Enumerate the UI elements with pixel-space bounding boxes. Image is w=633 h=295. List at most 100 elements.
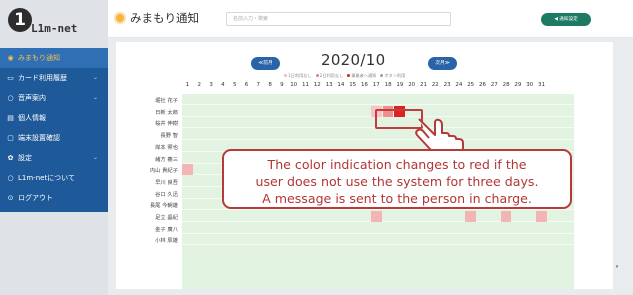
sidebar-item[interactable]: ○ 音声案内 ⌄ [0, 88, 108, 108]
scrollbar[interactable]: ▾ [614, 42, 620, 289]
day-number: 20 [408, 82, 416, 88]
legend: 1日利用なし 2日利用なし 事業者へ通知 ボタン利用 [284, 73, 409, 79]
legend-dot-icon [315, 74, 319, 77]
status-cell[interactable] [182, 164, 193, 176]
user-name[interactable]: 金子 廣八 [116, 225, 178, 233]
grid-row [182, 94, 574, 105]
day-number: 31 [538, 82, 545, 88]
chevron-down-icon: ⌄ [92, 154, 98, 161]
user-name[interactable]: 岸本 照也 [116, 143, 178, 151]
sidebar-item-label: 設定 [18, 154, 32, 162]
sidebar-item[interactable]: ▢ 端末設置確認 [0, 128, 108, 148]
day-number: 25 [467, 82, 475, 88]
sidebar-item[interactable]: ⊙ ログアウト [0, 188, 108, 208]
status-cell[interactable] [536, 211, 547, 222]
day-number: 21 [420, 82, 427, 88]
header: みまもり通知 名前入力・検索 ◀ 通知設定 [108, 0, 633, 38]
day-number: 3 [209, 82, 213, 88]
legend-dot-icon [347, 74, 351, 77]
eye-icon: ◉ [7, 54, 14, 62]
user-name[interactable]: 長尾 今朝雄 [116, 201, 178, 209]
day-number: 1 [185, 82, 190, 88]
day-number: 28 [502, 82, 510, 88]
day-number: 26 [479, 82, 486, 88]
legend-label: 事業者へ通知 [351, 73, 377, 78]
sidebar-item[interactable]: ◉ みまもり通知 [0, 48, 108, 68]
callout-line-3: A message is sent to the person in charg… [262, 191, 532, 206]
info-circle-icon: ○ [7, 174, 14, 182]
legend-label: 2日利用なし [319, 73, 344, 78]
legend-item: 1日利用なし [284, 73, 312, 78]
sidebar-item-label: 音声案内 [18, 94, 46, 102]
logo: 1 L1m-net [6, 4, 106, 44]
status-cell[interactable] [500, 211, 512, 222]
notification-settings-button[interactable]: ◀ 通知設定 [541, 13, 591, 26]
user-name[interactable]: 足立 晶紀 [116, 213, 178, 221]
legend-label: 1日利用なし [288, 73, 312, 78]
day-number: 12 [313, 82, 321, 88]
card-icon: ▭ [7, 74, 14, 82]
logo-text: L1m-net [31, 22, 78, 35]
day-number: 7 [256, 82, 261, 88]
sidebar: 1 L1m-net ◉ みまもり通知 ▭ カード利用履歴 ⌄ ○ 音声案内 ⌄ ▤ 個人情報 ▢ 端末… [0, 0, 108, 295]
grid-row [182, 223, 574, 234]
prev-month-button[interactable]: ≪前月 [251, 57, 280, 70]
day-number: 14 [337, 82, 345, 88]
user-name[interactable]: 長野 智 [116, 131, 178, 139]
day-number: 9 [280, 82, 284, 88]
scroll-down-arrow-icon[interactable]: ▾ [614, 264, 620, 270]
status-cell[interactable] [465, 211, 476, 222]
gear-icon: ✿ [7, 154, 14, 162]
user-name[interactable]: 桜井 伸樹 [116, 119, 178, 127]
search-input[interactable]: 名前入力・検索 [226, 12, 451, 26]
legend-dot-icon [380, 74, 384, 77]
logout-icon: ⊙ [7, 194, 14, 202]
chevron-down-icon: ⌄ [92, 74, 98, 81]
day-number: 8 [268, 82, 272, 88]
day-number: 13 [325, 82, 333, 88]
day-number: 24 [455, 82, 463, 88]
circle-icon: ○ [7, 94, 14, 102]
status-cell[interactable] [370, 211, 382, 222]
user-name[interactable]: 早川 良吾 [116, 178, 178, 186]
sidebar-item[interactable]: ✿ 設定 ⌄ [0, 148, 108, 168]
day-number: 19 [396, 82, 404, 88]
legend-item: ボタン利用 [380, 73, 405, 78]
sidebar-item-label: カード利用履歴 [18, 74, 67, 82]
document-icon: ▤ [7, 114, 14, 122]
day-number: 15 [349, 82, 357, 88]
day-number: 11 [302, 82, 309, 88]
sidebar-item-label: L1m-netについて [18, 174, 75, 182]
next-month-button[interactable]: 次月≫ [428, 57, 457, 70]
user-name[interactable]: 小林 辰雄 [116, 236, 178, 244]
chevron-down-icon: ⌄ [92, 94, 98, 101]
logo-mark: 1 [8, 8, 32, 32]
day-number: 6 [244, 82, 249, 88]
callout-line-2: user does not use the system for three d… [255, 174, 539, 189]
day-number: 2 [197, 82, 202, 88]
sidebar-item-label: 端末設置確認 [18, 134, 60, 142]
sidebar-item[interactable]: ○ L1m-netについて [0, 168, 108, 188]
user-name[interactable]: 谷口 久迅 [116, 190, 178, 198]
day-number: 17 [372, 82, 380, 88]
user-name[interactable]: 堀社 花子 [116, 96, 178, 104]
sidebar-item[interactable]: ▤ 個人情報 [0, 108, 108, 128]
sidebar-item-label: みまもり通知 [18, 54, 60, 62]
day-number: 30 [526, 82, 534, 88]
day-number: 18 [384, 82, 392, 88]
day-number: 27 [490, 82, 498, 88]
sidebar-item-label: 個人情報 [18, 114, 46, 122]
sidebar-item[interactable]: ▭ カード利用履歴 ⌄ [0, 68, 108, 88]
user-name[interactable]: 日新 太郎 [116, 108, 178, 116]
callout-message: The color indication changes to red if t… [222, 149, 572, 209]
legend-label: ボタン利用 [384, 73, 406, 78]
grid-row [182, 234, 574, 246]
day-number: 5 [232, 82, 237, 88]
month-title: 2020/10 [321, 51, 386, 69]
user-name[interactable]: 内山 貴紀子 [116, 166, 178, 174]
user-name[interactable]: 緒方 義三 [116, 155, 178, 163]
sidebar-item-label: ログアウト [18, 194, 53, 202]
page-title: みまもり通知 [130, 11, 199, 25]
callout-line-1: The color indication changes to red if t… [267, 157, 527, 172]
day-number: 22 [431, 82, 439, 88]
